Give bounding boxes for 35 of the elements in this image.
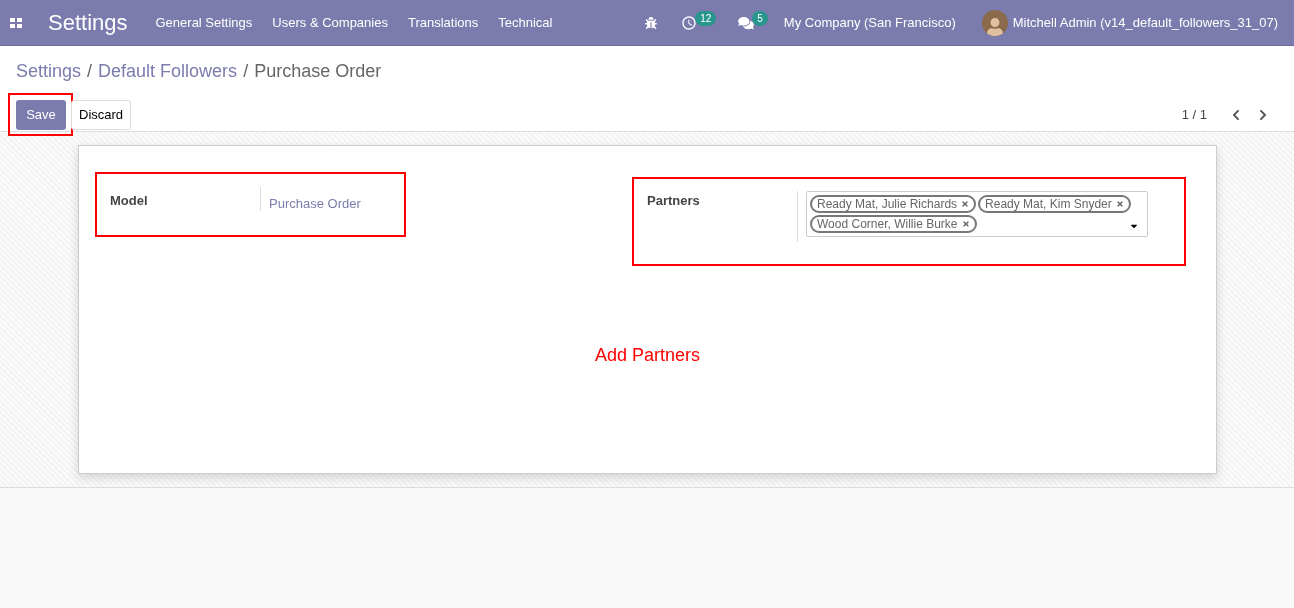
next-icon[interactable]: [1258, 108, 1268, 121]
menu-item[interactable]: Translations: [407, 12, 479, 33]
menu-item[interactable]: General Settings: [155, 12, 253, 33]
clock-icon[interactable]: [681, 14, 698, 31]
bug-icon[interactable]: [645, 16, 658, 29]
company-switcher[interactable]: My Company (San Francisco): [783, 12, 956, 33]
field-label: Partners: [647, 192, 701, 210]
save-button[interactable]: Save: [16, 99, 66, 130]
remove-icon[interactable]: [1115, 200, 1124, 208]
breadcrumb-link[interactable]: Settings: [16, 58, 82, 85]
pager-value: 1 / 1: [1181, 105, 1207, 124]
previous-icon[interactable]: [1231, 108, 1241, 121]
partner-tag[interactable]: Ready Mat, Kim Snyder: [978, 195, 1131, 213]
count-badge: 12: [695, 10, 717, 26]
breadcrumb-separator: /: [87, 60, 93, 83]
discard-button[interactable]: Discard: [71, 99, 132, 130]
remove-icon[interactable]: [961, 220, 970, 228]
menu-item[interactable]: Users & Companies: [272, 12, 388, 33]
model-link[interactable]: Purchase Order: [269, 196, 361, 211]
user-menu[interactable]: Mitchell Admin (v14_default_followers_31_07): [1012, 12, 1278, 33]
breadcrumb-link[interactable]: Default Followers: [98, 58, 238, 85]
count-badge: 5: [752, 10, 768, 26]
avatar[interactable]: [981, 9, 1008, 36]
chat-icon[interactable]: [738, 15, 755, 30]
apps-grid-icon[interactable]: [10, 17, 22, 28]
menu-item[interactable]: Technical: [498, 12, 553, 33]
partner-tag[interactable]: Ready Mat, Julie Richards: [810, 195, 977, 213]
remove-icon[interactable]: [961, 200, 970, 208]
partners-tags-field[interactable]: Ready Mat, Julie Richards Ready Mat, Kim Snyder Wood Corner, Willie Burke: [806, 191, 1148, 237]
annotation-text: Add Partners: [594, 344, 701, 367]
breadcrumb-separator: /: [243, 60, 249, 83]
partner-tag[interactable]: Wood Corner, Willie Burke: [810, 215, 977, 233]
breadcrumb-current: Purchase Order: [254, 60, 382, 83]
field-label: Model: [110, 192, 149, 210]
app-title: Settings: [48, 9, 128, 37]
